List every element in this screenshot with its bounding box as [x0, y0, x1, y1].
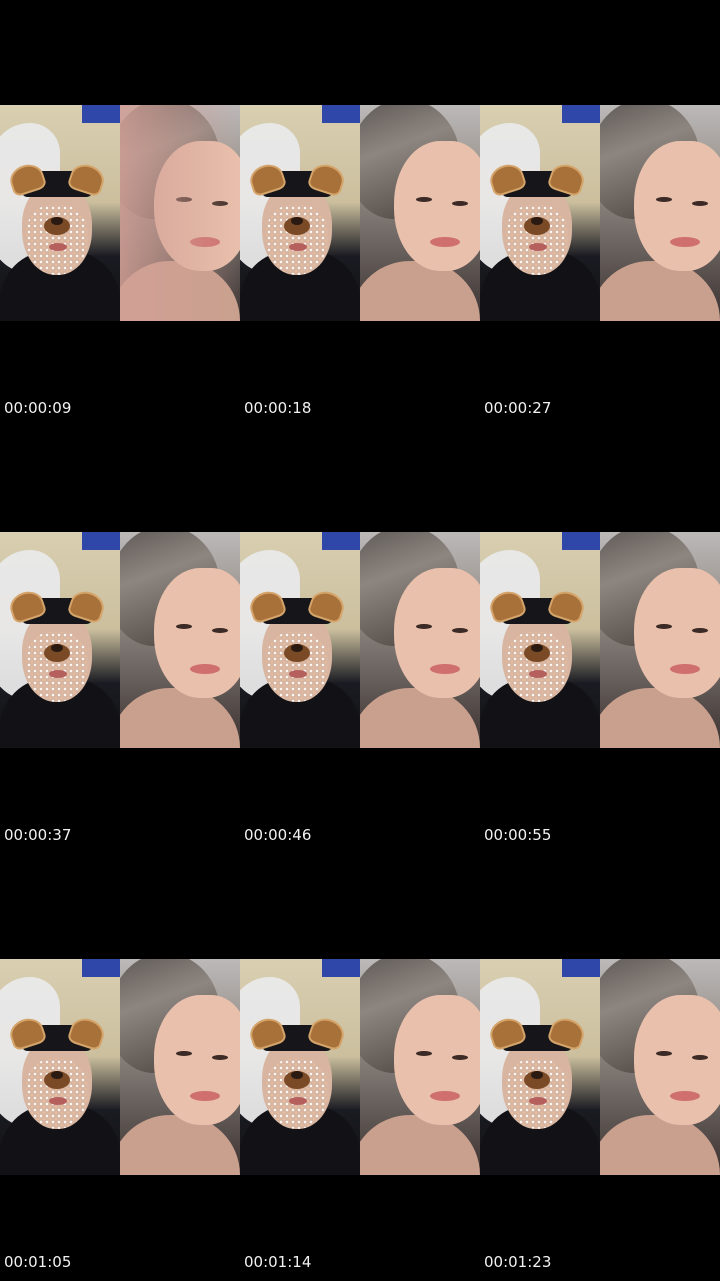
frame-left-half-image: [0, 959, 120, 1175]
frame-timestamp: 00:01:23: [484, 1253, 552, 1271]
frame-timestamp: 00:00:37: [4, 826, 72, 844]
video-frame-thumbnail[interactable]: [240, 532, 480, 748]
frame-right-half-image: [600, 532, 720, 748]
video-frame-thumbnail[interactable]: [0, 959, 240, 1175]
frame-left-half-image: [240, 959, 360, 1175]
video-frame-thumbnail[interactable]: [240, 959, 480, 1175]
frame-left-half-image: [480, 959, 600, 1175]
frame-left-half-image: [240, 532, 360, 748]
video-frame-thumbnail[interactable]: [0, 105, 240, 321]
frame-timestamp: 00:01:14: [244, 1253, 312, 1271]
frame-timestamp: 00:00:27: [484, 399, 552, 417]
frame-right-half-image: [600, 105, 720, 321]
video-frame-thumbnail[interactable]: [480, 532, 720, 748]
video-frame-thumbnail[interactable]: [240, 105, 480, 321]
frame-right-half-image: [360, 105, 480, 321]
frame-right-half-image: [120, 532, 240, 748]
frame-left-half-image: [0, 105, 120, 321]
frame-left-half-image: [0, 532, 120, 748]
frame-left-half-image: [480, 532, 600, 748]
frame-left-half-image: [480, 105, 600, 321]
frame-timestamp: 00:00:55: [484, 826, 552, 844]
video-frame-thumbnail[interactable]: [480, 959, 720, 1175]
frame-right-half-image: [360, 532, 480, 748]
frame-right-half-image: [120, 105, 240, 321]
frame-timestamp: 00:01:05: [4, 1253, 72, 1271]
frame-right-half-image: [120, 959, 240, 1175]
video-frame-thumbnail[interactable]: [480, 105, 720, 321]
frame-right-half-image: [360, 959, 480, 1175]
frame-timestamp: 00:00:18: [244, 399, 312, 417]
frame-right-half-image: [600, 959, 720, 1175]
frame-timestamp: 00:00:46: [244, 826, 312, 844]
video-frame-thumbnail[interactable]: [0, 532, 240, 748]
frame-left-half-image: [240, 105, 360, 321]
frame-timestamp: 00:00:09: [4, 399, 72, 417]
